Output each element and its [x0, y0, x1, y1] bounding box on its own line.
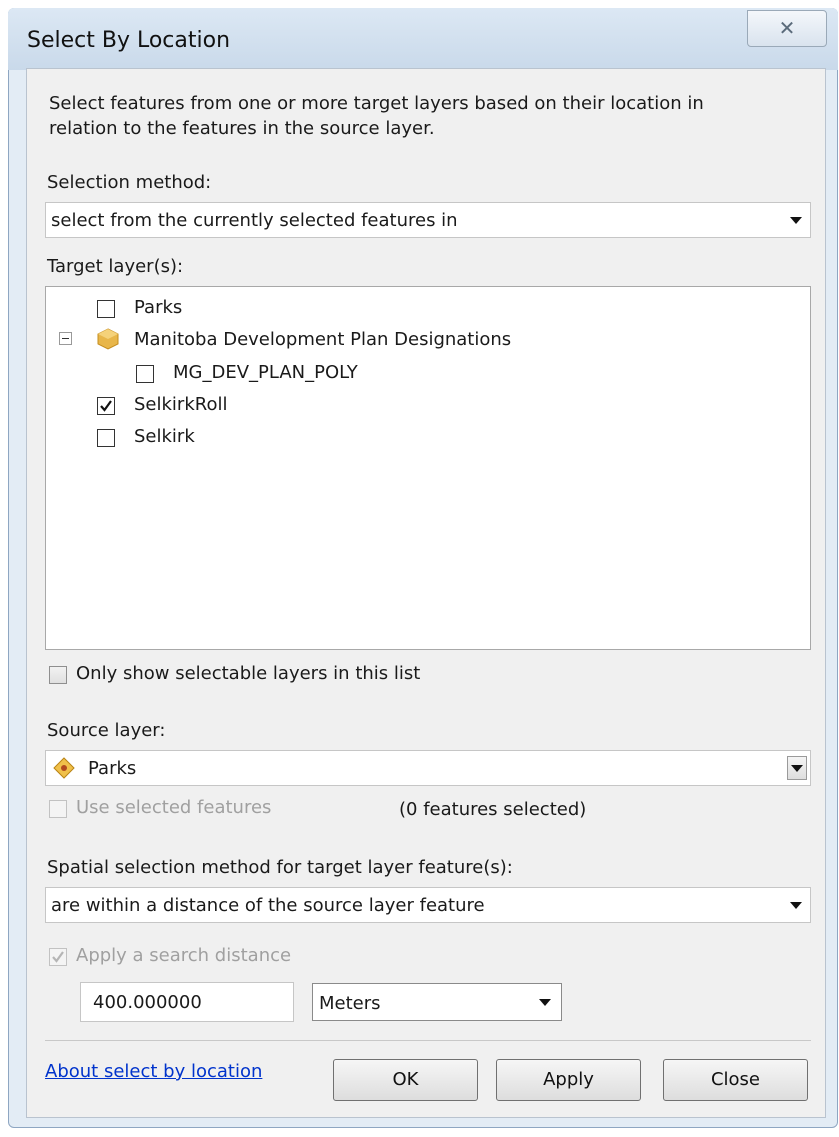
ok-button[interactable]: OK — [333, 1059, 478, 1101]
spatial-method-value: are within a distance of the source laye… — [51, 895, 485, 916]
selection-method-label: Selection method: — [47, 172, 212, 193]
apply-search-distance-label: Apply a search distance — [76, 945, 292, 966]
search-distance-input[interactable]: 400.000000 — [80, 982, 294, 1022]
dialog-title: Select By Location — [27, 28, 231, 53]
checkmark-icon — [52, 951, 64, 963]
description-line-1: Select features from one or more target … — [49, 93, 704, 114]
target-layers-list[interactable]: Parks Manitoba Development Plan Designat… — [45, 286, 811, 650]
source-layer-dropdown[interactable]: Parks — [45, 750, 811, 786]
use-selected-features-checkbox[interactable] — [49, 800, 67, 818]
distance-unit-dropdown[interactable]: Meters — [312, 983, 562, 1021]
footer-divider — [45, 1040, 811, 1041]
chevron-down-icon — [791, 765, 803, 772]
selection-method-dropdown[interactable]: select from the currently selected featu… — [45, 202, 811, 238]
target-layer-label-parks: Parks — [134, 297, 183, 318]
target-layer-checkbox-parks[interactable] — [97, 300, 115, 318]
target-layer-checkbox-selkirk[interactable] — [97, 429, 115, 447]
only-selectable-label: Only show selectable layers in this list — [76, 663, 421, 684]
checkmark-icon — [100, 400, 112, 412]
spatial-method-dropdown[interactable]: are within a distance of the source laye… — [45, 887, 811, 923]
window-close-button[interactable]: ✕ — [747, 10, 827, 47]
apply-button[interactable]: Apply — [496, 1059, 641, 1101]
close-button[interactable]: Close — [663, 1059, 808, 1101]
selected-count: (0 features selected) — [399, 799, 587, 820]
chevron-down-icon — [539, 999, 551, 1006]
point-layer-icon — [53, 757, 75, 779]
selection-method-value: select from the currently selected featu… — [51, 210, 458, 231]
target-layer-label-mg-dev-plan-poly: MG_DEV_PLAN_POLY — [173, 362, 358, 383]
apply-search-distance-checkbox[interactable] — [49, 948, 67, 966]
close-icon: ✕ — [778, 16, 796, 40]
target-layer-label-selkirkroll: SelkirkRoll — [134, 394, 228, 415]
use-selected-features-label: Use selected features — [76, 797, 272, 818]
group-layer-icon — [97, 328, 119, 350]
about-select-by-location-link[interactable]: About select by location — [45, 1061, 262, 1082]
description-line-2: relation to the features in the source l… — [49, 118, 435, 139]
source-layer-label: Source layer: — [47, 720, 166, 741]
target-layers-label: Target layer(s): — [47, 256, 184, 277]
target-layer-checkbox-selkirkroll[interactable] — [97, 397, 115, 415]
chevron-down-icon — [790, 902, 802, 909]
collapse-toggle[interactable] — [59, 332, 72, 345]
target-layer-label-selkirk: Selkirk — [134, 426, 195, 447]
target-layer-label-group: Manitoba Development Plan Designations — [134, 329, 512, 350]
search-distance-value: 400.000000 — [93, 992, 202, 1013]
chevron-down-icon — [790, 217, 802, 224]
distance-unit-value: Meters — [319, 993, 381, 1014]
source-layer-dropdown-button[interactable] — [787, 756, 807, 780]
spatial-method-label: Spatial selection method for target laye… — [47, 857, 513, 878]
only-selectable-checkbox[interactable] — [49, 666, 67, 684]
source-layer-value: Parks — [88, 758, 137, 779]
target-layer-checkbox-mg-dev-plan-poly[interactable] — [136, 365, 154, 383]
